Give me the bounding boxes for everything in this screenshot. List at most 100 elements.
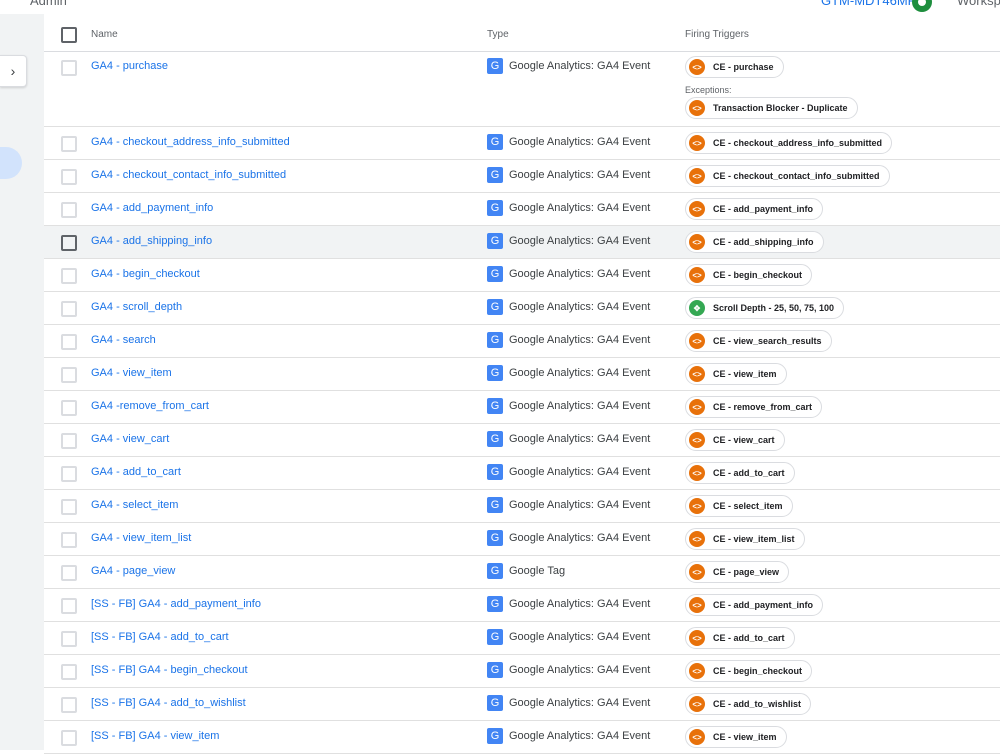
table-row[interactable]: [SS - FB] GA4 - add_payment_info G Google …: [44, 589, 1000, 622]
tag-name-link[interactable]: GA4 - view_cart: [91, 433, 169, 445]
tag-name-link[interactable]: GA4 - scroll_depth: [91, 301, 182, 313]
admin-tab[interactable]: Admin: [30, 0, 67, 8]
tag-name-link[interactable]: [SS - FB] GA4 - begin_checkout: [91, 664, 248, 676]
tag-name-link[interactable]: GA4 - checkout_address_info_submitted: [91, 136, 290, 148]
trigger-chip[interactable]: <> CE - select_item: [685, 495, 793, 517]
container-id[interactable]: GTM-MDT46MF: [821, 0, 916, 8]
tag-name-link[interactable]: GA4 - add_shipping_info: [91, 235, 212, 247]
tag-name-link[interactable]: GA4 - select_item: [91, 499, 178, 511]
trigger-chip[interactable]: <> CE - add_to_cart: [685, 627, 795, 649]
trigger-chip[interactable]: <> CE - add_payment_info: [685, 198, 824, 220]
trigger-chip[interactable]: <> CE - add_to_wishlist: [685, 693, 812, 715]
row-checkbox[interactable]: [61, 730, 77, 746]
trigger-chip[interactable]: <> CE - page_view: [685, 561, 790, 583]
table-row[interactable]: [SS - FB] GA4 - add_to_cart G Google Analy…: [44, 622, 1000, 655]
table-row[interactable]: [SS - FB] GA4 - add_to_wishlist G Google A…: [44, 688, 1000, 721]
row-checkbox[interactable]: [61, 499, 77, 515]
custom-event-icon: <>: [689, 59, 705, 75]
custom-event-icon: <>: [689, 531, 705, 547]
tag-type-label: Google Analytics: GA4 Event: [509, 664, 651, 676]
row-checkbox[interactable]: [61, 433, 77, 449]
table-row[interactable]: GA4 - checkout_address_info_submitted G Go…: [44, 127, 1000, 160]
trigger-chip[interactable]: <> CE - add_shipping_info: [685, 231, 824, 253]
row-checkbox[interactable]: [61, 202, 77, 218]
tag-name-link[interactable]: GA4 - page_view: [91, 565, 175, 577]
trigger-chip[interactable]: <> CE - view_cart: [685, 429, 785, 451]
table-row[interactable]: GA4 - view_item G Google Analytics: GA4 Ev…: [44, 358, 1000, 391]
table-row[interactable]: GA4 - checkout_contact_info_submitted G Go…: [44, 160, 1000, 193]
table-row[interactable]: [SS - FB] GA4 - begin_checkout G Google An…: [44, 655, 1000, 688]
row-checkbox[interactable]: [61, 268, 77, 284]
exceptions-label: Exceptions:: [685, 85, 732, 95]
tag-name-link[interactable]: GA4 - begin_checkout: [91, 268, 200, 280]
tag-name-link[interactable]: [SS - FB] GA4 - add_to_wishlist: [91, 697, 246, 709]
trigger-chip[interactable]: <> CE - view_item: [685, 363, 787, 385]
row-checkbox[interactable]: [61, 466, 77, 482]
trigger-label: CE - view_cart: [713, 435, 775, 445]
trigger-chip[interactable]: ✥ Scroll Depth - 25, 50, 75, 100: [685, 297, 845, 319]
table-row[interactable]: GA4 - scroll_depth G Google Analytics: GA4…: [44, 292, 1000, 325]
table-row[interactable]: [SS - FB] GA4 - view_item G Google Analyti…: [44, 721, 1000, 754]
row-checkbox[interactable]: [61, 301, 77, 317]
trigger-label: CE - begin_checkout: [713, 666, 803, 676]
trigger-chip[interactable]: <> CE - add_payment_info: [685, 594, 824, 616]
row-checkbox[interactable]: [61, 136, 77, 152]
table-row[interactable]: GA4 - select_item G Google Analytics: GA4 …: [44, 490, 1000, 523]
tag-name-link[interactable]: GA4 -remove_from_cart: [91, 400, 209, 412]
trigger-chip[interactable]: <> CE - purchase: [685, 56, 784, 78]
tag-name-link[interactable]: GA4 - view_item: [91, 367, 172, 379]
trigger-chip[interactable]: <> CE - add_to_cart: [685, 462, 795, 484]
tag-name-link[interactable]: GA4 - purchase: [91, 60, 168, 72]
trigger-chip[interactable]: <> CE - view_search_results: [685, 330, 832, 352]
row-checkbox[interactable]: [61, 598, 77, 614]
trigger-chip[interactable]: <> CE - view_item_list: [685, 528, 805, 550]
row-checkbox[interactable]: [61, 664, 77, 680]
row-checkbox[interactable]: [61, 169, 77, 185]
trigger-chip[interactable]: <> CE - begin_checkout: [685, 264, 813, 286]
tag-name-link[interactable]: [SS - FB] GA4 - view_item: [91, 730, 219, 742]
row-checkbox[interactable]: [61, 565, 77, 581]
row-checkbox[interactable]: [61, 60, 77, 76]
expand-sidebar-button[interactable]: ›: [0, 55, 27, 87]
tag-type: G Google Analytics: GA4 Event: [487, 497, 650, 513]
table-row[interactable]: GA4 - page_view G Google Tag <> CE - page_vi…: [44, 556, 1000, 589]
select-all-checkbox[interactable]: [61, 27, 77, 43]
row-checkbox[interactable]: [61, 334, 77, 350]
trigger-chip[interactable]: <> CE - checkout_contact_info_submitted: [685, 165, 890, 187]
table-row[interactable]: GA4 - add_to_cart G Google Analytics: GA4 …: [44, 457, 1000, 490]
row-checkbox[interactable]: [61, 400, 77, 416]
trigger-chip[interactable]: <> CE - checkout_address_info_submitted: [685, 132, 893, 154]
custom-event-icon: <>: [689, 100, 705, 116]
table-row[interactable]: GA4 - search G Google Analytics: GA4 Event…: [44, 325, 1000, 358]
name-column-header[interactable]: Name: [91, 29, 118, 40]
exception-trigger-chip[interactable]: <> Transaction Blocker - Duplicate: [685, 97, 858, 119]
trigger-label: CE - view_item: [713, 369, 777, 379]
tag-name-link[interactable]: GA4 - search: [91, 334, 156, 346]
tag-type-label: Google Analytics: GA4 Event: [509, 631, 651, 643]
type-column-header[interactable]: Type: [487, 29, 509, 40]
tag-name-link[interactable]: GA4 - checkout_contact_info_submitted: [91, 169, 286, 181]
tag-name-link[interactable]: GA4 - add_to_cart: [91, 466, 181, 478]
table-row[interactable]: GA4 - view_item_list G Google Analytics: G…: [44, 523, 1000, 556]
row-checkbox[interactable]: [61, 235, 77, 251]
row-checkbox[interactable]: [61, 367, 77, 383]
trigger-chip[interactable]: <> CE - remove_from_cart: [685, 396, 823, 418]
trigger-label: CE - add_payment_info: [713, 600, 814, 610]
trigger-chip[interactable]: <> CE - begin_checkout: [685, 660, 813, 682]
table-row[interactable]: GA4 - add_shipping_info G Google Analytics…: [44, 226, 1000, 259]
table-row[interactable]: GA4 -remove_from_cart G Google Analytics: …: [44, 391, 1000, 424]
tag-name-link[interactable]: [SS - FB] GA4 - add_to_cart: [91, 631, 229, 643]
trigger-chip[interactable]: <> CE - view_item: [685, 726, 787, 748]
row-checkbox[interactable]: [61, 697, 77, 713]
table-row[interactable]: GA4 - begin_checkout G Google Analytics: G…: [44, 259, 1000, 292]
tag-name-link[interactable]: [SS - FB] GA4 - add_payment_info: [91, 598, 261, 610]
table-row[interactable]: GA4 - add_payment_info G Google Analytics:…: [44, 193, 1000, 226]
tag-type-label: Google Analytics: GA4 Event: [509, 532, 651, 544]
row-checkbox[interactable]: [61, 631, 77, 647]
tag-name-link[interactable]: GA4 - add_payment_info: [91, 202, 213, 214]
tag-name-link[interactable]: GA4 - view_item_list: [91, 532, 191, 544]
triggers-column-header[interactable]: Firing Triggers: [685, 29, 749, 40]
table-row[interactable]: GA4 - purchase G Google Analytics: GA4 Eve…: [44, 51, 1000, 127]
table-row[interactable]: GA4 - view_cart G Google Analytics: GA4 Ev…: [44, 424, 1000, 457]
row-checkbox[interactable]: [61, 532, 77, 548]
